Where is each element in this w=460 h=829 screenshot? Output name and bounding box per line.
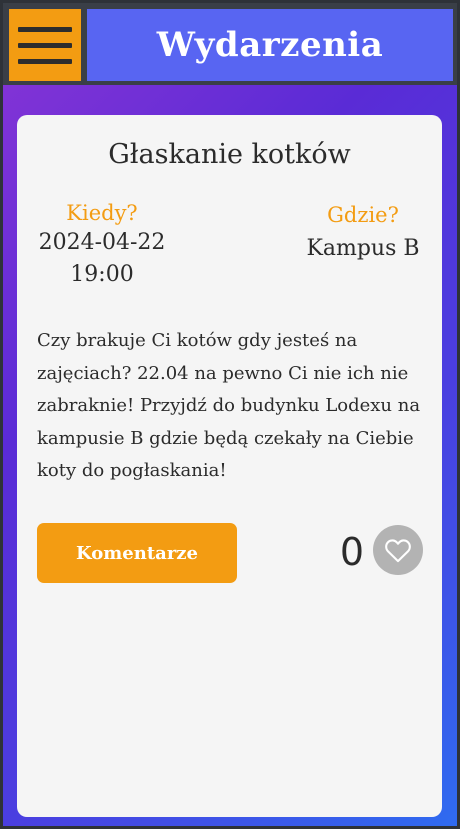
header-title-box: Wydarzenia [87,9,453,81]
hamburger-menu-icon [18,26,72,32]
event-title: Głaskanie kotków [108,139,351,170]
hamburger-menu-icon [18,58,72,64]
where-label: Gdzie? [327,203,399,227]
event-card: Głaskanie kotków Kiedy? 2024-04-22 19:00… [17,115,442,817]
heart-outline-icon [385,539,411,563]
comments-button[interactable]: Komentarze [37,523,237,583]
likes-count: 0 [339,530,365,574]
when-label: Kiedy? [66,201,138,225]
event-time: 19:00 [70,262,134,287]
page-title: Wydarzenia [156,25,384,65]
like-button[interactable] [373,525,423,575]
top-bar: Wydarzenia [3,3,457,85]
event-date: 2024-04-22 [38,230,166,255]
menu-button[interactable] [9,9,81,81]
event-description: Czy brakuje Ci kotów gdy jesteś na zajęc… [37,330,421,481]
app-frame: Wydarzenia Głaskanie kotków Kiedy? 2024-… [0,0,460,829]
hamburger-menu-icon [18,42,72,48]
event-when: Kiedy? 2024-04-22 19:00 [35,201,169,291]
event-location: Kampus B [306,236,420,261]
event-where: Gdzie? Kampus B [298,203,428,265]
